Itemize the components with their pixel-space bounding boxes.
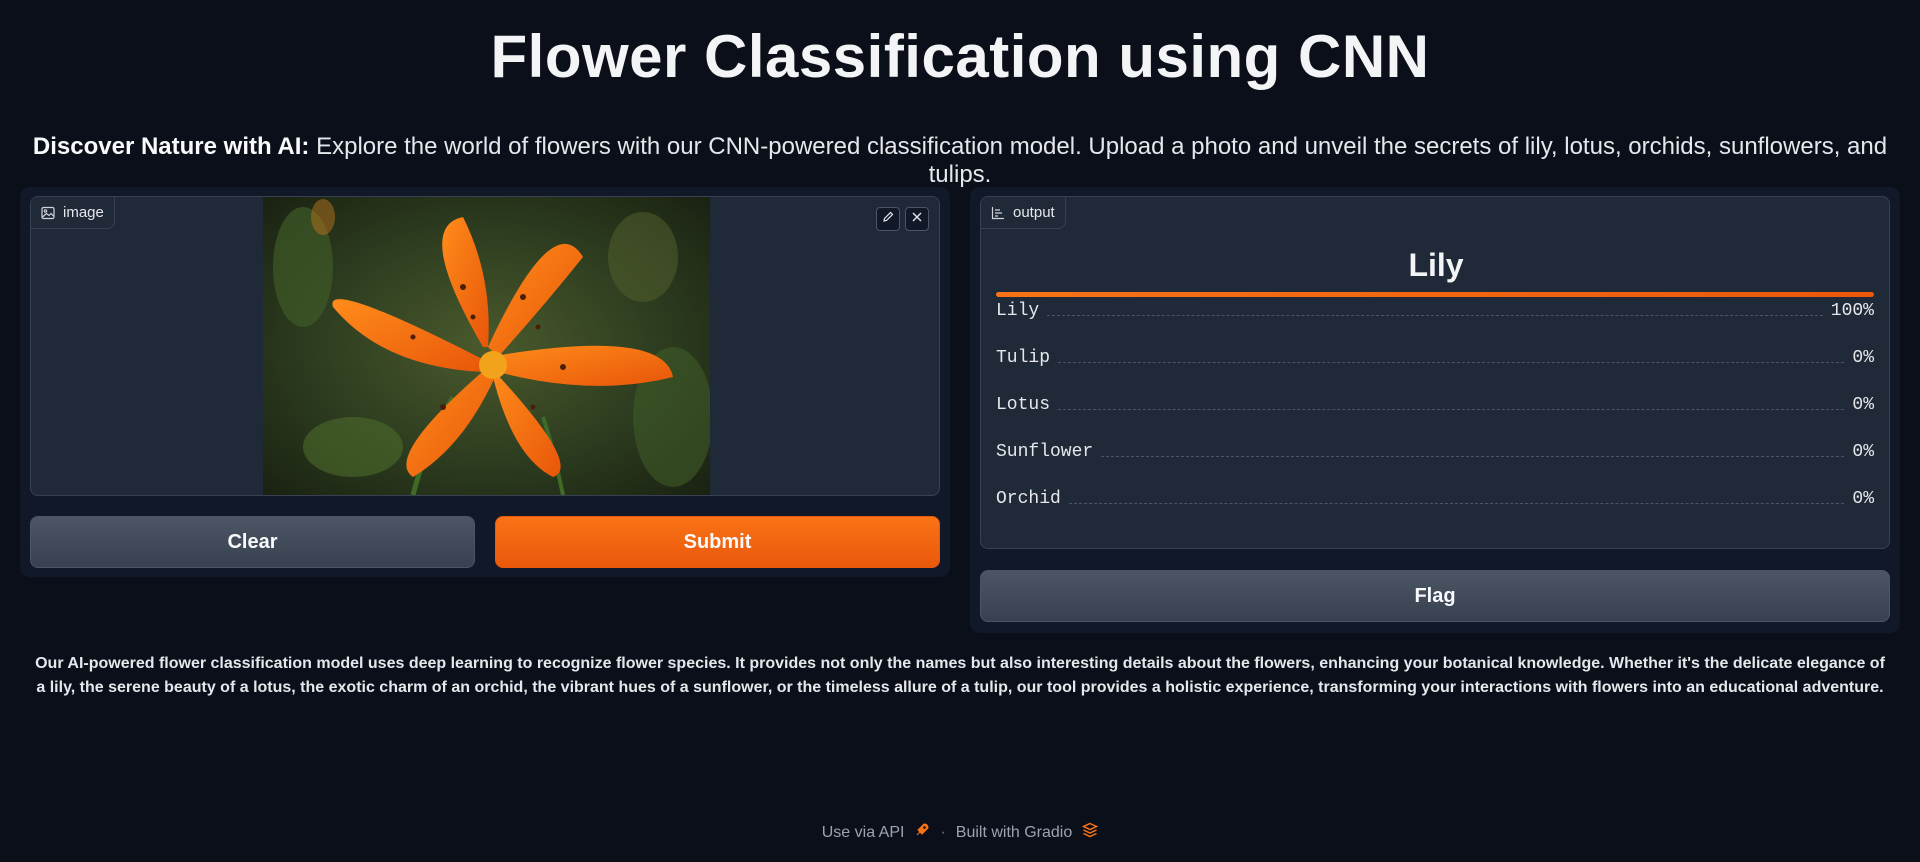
edit-image-button[interactable]	[876, 207, 900, 231]
use-via-api-link[interactable]: Use via API	[822, 824, 905, 842]
confidence-label: Sunflower	[996, 442, 1094, 462]
confidence-label: Tulip	[996, 348, 1051, 368]
rocket-icon	[914, 822, 930, 843]
clear-button[interactable]: Clear	[30, 516, 475, 568]
confidence-value: 0%	[1852, 489, 1874, 509]
confidence-row: Sunflower 0%	[996, 433, 1874, 463]
confidence-value: 0%	[1852, 348, 1874, 368]
image-icon	[41, 206, 55, 220]
image-label-text: image	[63, 204, 104, 221]
confidence-row: Lotus 0%	[996, 386, 1874, 416]
page-subtitle: Discover Nature with AI: Explore the wor…	[0, 133, 1920, 189]
output-block-label: output	[981, 197, 1066, 229]
close-icon	[911, 210, 923, 228]
confidence-value: 0%	[1852, 442, 1874, 462]
dotted-leader	[1068, 503, 1845, 504]
confidence-value: 100%	[1830, 301, 1874, 321]
subtitle-text: Explore the world of flowers with our CN…	[309, 133, 1888, 188]
confidence-row: Tulip 0%	[996, 339, 1874, 369]
predicted-label: Lily	[1408, 247, 1464, 283]
remove-image-button[interactable]	[905, 207, 929, 231]
built-with-gradio-link[interactable]: Built with Gradio	[956, 824, 1073, 842]
gradio-logo-icon	[1081, 822, 1099, 843]
confidence-row: Orchid 0%	[996, 480, 1874, 510]
output-panel: output Lily Lily 100% Tulip 0% Lotus 0% Sunflo…	[970, 187, 1900, 633]
dotted-leader	[1047, 315, 1823, 316]
submit-button[interactable]: Submit	[495, 516, 940, 568]
confidence-label: Orchid	[996, 489, 1061, 509]
dotted-leader	[1058, 362, 1845, 363]
confidence-label: Lily	[996, 301, 1040, 321]
flag-button[interactable]: Flag	[980, 570, 1890, 622]
dotted-leader	[1101, 456, 1845, 457]
confidence-label: Lotus	[996, 395, 1051, 415]
footer: Use via API · Built with Gradio	[0, 822, 1920, 843]
flower-photo	[263, 197, 710, 495]
confidence-row: Lily 100%	[996, 292, 1874, 322]
confidence-value: 0%	[1852, 395, 1874, 415]
image-block-label: image	[31, 197, 115, 229]
input-panel: image Clear Submit	[20, 187, 950, 577]
dotted-leader	[1058, 409, 1845, 410]
subtitle-bold: Discover Nature with AI:	[32, 133, 310, 160]
confidence-bar	[996, 292, 1874, 297]
footer-separator: ·	[940, 823, 946, 841]
output-label-text: output	[1013, 204, 1055, 221]
bar-chart-icon	[991, 206, 1005, 220]
page-title: Flower Classification using CNN	[490, 23, 1430, 90]
image-upload-area[interactable]: image	[30, 196, 940, 496]
output-label-block: output Lily Lily 100% Tulip 0% Lotus 0% Sunflo…	[980, 196, 1890, 549]
description-text: Our AI-powered flower classification mod…	[35, 655, 1885, 696]
pencil-icon	[882, 210, 894, 228]
